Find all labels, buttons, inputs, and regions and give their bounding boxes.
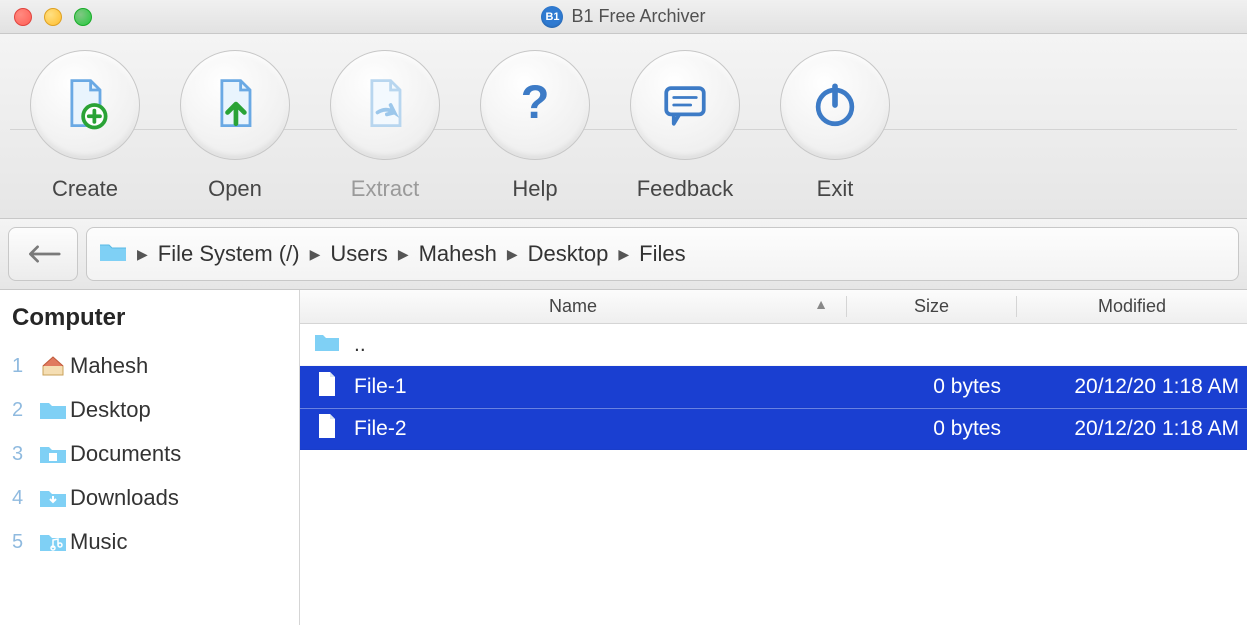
- file-icon: [314, 413, 340, 445]
- svg-text:?: ?: [521, 76, 550, 128]
- file-modified: 20/12/20 1:18 AM: [1017, 375, 1247, 399]
- help-label: Help: [512, 176, 557, 202]
- chevron-right-icon: ▶: [310, 246, 321, 263]
- open-button[interactable]: Open: [160, 50, 310, 202]
- breadcrumb-item[interactable]: Desktop: [528, 241, 609, 267]
- breadcrumb: ▶ File System (/) ▶ Users ▶ Mahesh ▶ Des…: [86, 227, 1239, 281]
- file-name: File-2: [354, 417, 407, 441]
- sidebar: Computer 1 Mahesh 2 Desktop 3 Documents …: [0, 290, 300, 625]
- titlebar: B1 B1 Free Archiver: [0, 0, 1247, 34]
- sidebar-item-number: 2: [12, 399, 36, 422]
- column-headers: Name ▲ Size Modified: [300, 290, 1247, 324]
- minimize-window-button[interactable]: [44, 8, 62, 26]
- file-modified: 20/12/20 1:18 AM: [1017, 417, 1247, 441]
- toolbar: Create Open Extract ? Help: [0, 34, 1247, 219]
- pathbar-container: ▶ File System (/) ▶ Users ▶ Mahesh ▶ Des…: [0, 219, 1247, 290]
- breadcrumb-item[interactable]: Files: [639, 241, 685, 267]
- file-pane: Name ▲ Size Modified ..: [300, 290, 1247, 625]
- chevron-right-icon: ▶: [137, 246, 148, 263]
- sidebar-item-label: Documents: [70, 441, 181, 467]
- exit-label: Exit: [817, 176, 854, 202]
- extract-label: Extract: [351, 176, 419, 202]
- chevron-right-icon: ▶: [618, 246, 629, 263]
- open-icon: [205, 75, 265, 135]
- sidebar-item-number: 3: [12, 443, 36, 466]
- folder-icon: [36, 442, 70, 466]
- create-label: Create: [52, 176, 118, 202]
- app-badge-icon: B1: [541, 6, 563, 28]
- parent-dir-label: ..: [354, 333, 366, 357]
- close-window-button[interactable]: [14, 8, 32, 26]
- power-icon: [805, 75, 865, 135]
- sidebar-item-desktop[interactable]: 2 Desktop: [12, 388, 287, 432]
- music-folder-icon: [36, 530, 70, 554]
- sidebar-item-music[interactable]: 5 Music: [12, 520, 287, 564]
- sidebar-item-label: Music: [70, 529, 127, 555]
- file-size: 0 bytes: [847, 417, 1017, 441]
- breadcrumb-item[interactable]: File System (/): [158, 241, 300, 267]
- breadcrumb-item[interactable]: Mahesh: [419, 241, 497, 267]
- sort-asc-icon: ▲: [814, 296, 828, 312]
- folder-icon: [36, 398, 70, 422]
- open-label: Open: [208, 176, 262, 202]
- sidebar-item-number: 5: [12, 531, 36, 554]
- back-arrow-icon: [25, 242, 61, 266]
- extract-button[interactable]: Extract: [310, 50, 460, 202]
- chevron-right-icon: ▶: [507, 246, 518, 263]
- column-header-name[interactable]: Name ▲: [300, 296, 847, 317]
- parent-dir-row[interactable]: ..: [300, 324, 1247, 366]
- sidebar-item-downloads[interactable]: 4 Downloads: [12, 476, 287, 520]
- sidebar-item-number: 4: [12, 487, 36, 510]
- folder-icon: [314, 329, 340, 361]
- maximize-window-button[interactable]: [74, 8, 92, 26]
- sidebar-item-label: Mahesh: [70, 353, 148, 379]
- column-header-size[interactable]: Size: [847, 296, 1017, 317]
- column-header-name-label: Name: [549, 296, 597, 316]
- home-icon: [36, 354, 70, 378]
- sidebar-item-documents[interactable]: 3 Documents: [12, 432, 287, 476]
- file-row[interactable]: File-1 0 bytes 20/12/20 1:18 AM: [300, 366, 1247, 408]
- chevron-right-icon: ▶: [398, 246, 409, 263]
- sidebar-item-number: 1: [12, 355, 36, 378]
- feedback-icon: [655, 75, 715, 135]
- sidebar-item-label: Downloads: [70, 485, 179, 511]
- app-title: B1 Free Archiver: [571, 6, 705, 27]
- help-icon: ?: [505, 75, 565, 135]
- column-header-modified[interactable]: Modified: [1017, 296, 1247, 317]
- file-name: File-1: [354, 375, 407, 399]
- exit-button[interactable]: Exit: [760, 50, 910, 202]
- file-icon: [314, 371, 340, 403]
- create-button[interactable]: Create: [10, 50, 160, 202]
- back-button[interactable]: [8, 227, 78, 281]
- breadcrumb-item[interactable]: Users: [330, 241, 387, 267]
- create-icon: [55, 75, 115, 135]
- feedback-label: Feedback: [637, 176, 734, 202]
- window-controls: [14, 8, 92, 26]
- file-size: 0 bytes: [847, 375, 1017, 399]
- sidebar-item-home[interactable]: 1 Mahesh: [12, 344, 287, 388]
- file-row[interactable]: File-2 0 bytes 20/12/20 1:18 AM: [300, 408, 1247, 450]
- sidebar-item-label: Desktop: [70, 397, 151, 423]
- extract-icon: [355, 75, 415, 135]
- file-rows: .. File-1 0 bytes 20/12/20 1:18 AM: [300, 324, 1247, 625]
- folder-icon: [36, 486, 70, 510]
- help-button[interactable]: ? Help: [460, 50, 610, 202]
- sidebar-header: Computer: [12, 304, 287, 332]
- folder-icon: [99, 241, 127, 268]
- feedback-button[interactable]: Feedback: [610, 50, 760, 202]
